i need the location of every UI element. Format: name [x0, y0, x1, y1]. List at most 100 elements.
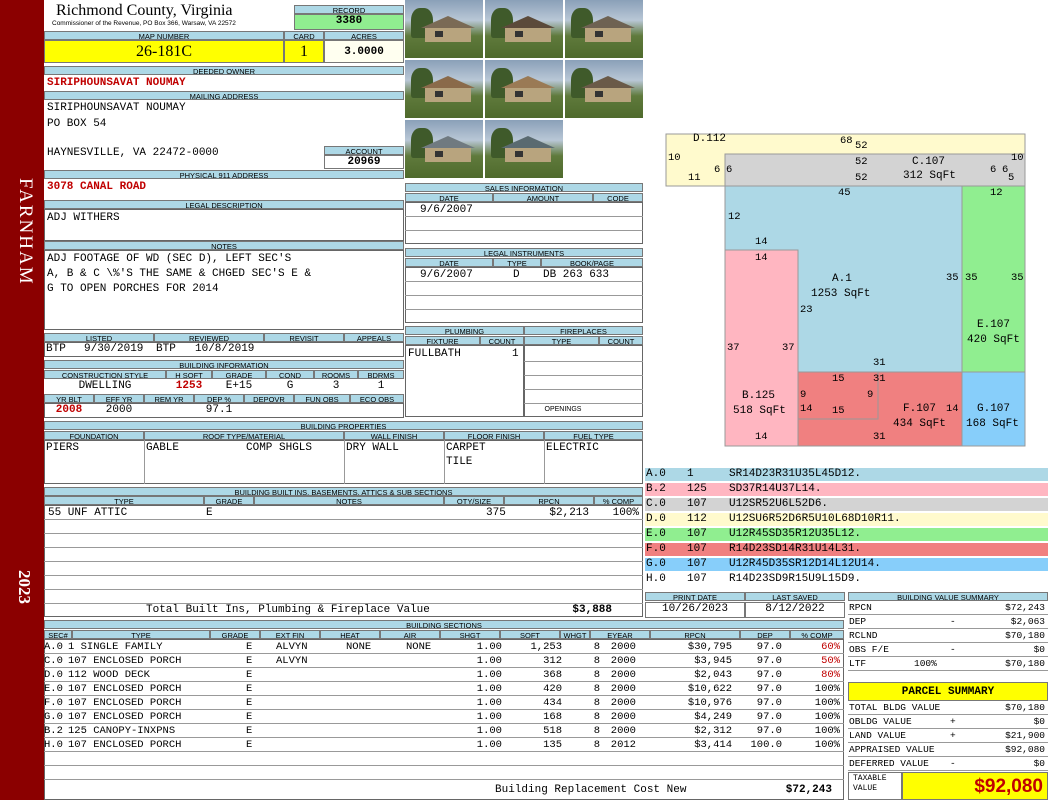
physical-address-label: PHYSICAL 911 ADDRESS — [44, 170, 404, 179]
record-label: RECORD — [294, 5, 404, 14]
section-rule — [44, 779, 844, 780]
section-cell-dep: 97.0 — [756, 711, 782, 723]
notes-line1: ADJ FOOTAGE OF WD (SEC D), LEFT SEC'S — [47, 253, 292, 265]
sketch-dimension: 68 — [840, 135, 853, 147]
bi-rpcn-label: RPCN — [504, 496, 594, 505]
section-cell-grade: E — [246, 683, 253, 695]
sketch-dimension: 35 — [965, 272, 978, 284]
legend-row[interactable]: C.0 107 U12SR52U6L52D6. — [645, 498, 1048, 512]
legend-path: R14D23SD14R31U14L31. — [729, 543, 862, 555]
house-wall — [505, 146, 551, 162]
cond-value: G — [286, 380, 294, 392]
vs-dep-label: DEP — [849, 616, 867, 627]
section-cell-sec: A.0 — [44, 641, 63, 653]
sketch-dimension: 31 — [873, 373, 886, 385]
legend-row[interactable]: B.2 125 SD37R14U37L14. — [645, 483, 1048, 497]
section-row[interactable]: H.0 107 ENCLOSED PORCH E 1.00 135 8 2012 $3,414… — [44, 739, 844, 753]
section-cell-shgt: 1.00 — [476, 641, 502, 653]
section-cell-ext: ALVYN — [276, 641, 308, 653]
sketch-c-porch — [724, 153, 1026, 187]
section-cell-eyear: 2000 — [610, 683, 636, 695]
roof-type: GABLE — [146, 442, 180, 454]
house-photo[interactable] — [565, 0, 643, 58]
house-photo[interactable] — [485, 60, 563, 118]
section-col-header: SEC# — [44, 630, 72, 639]
mailing-line1: SIRIPHOUNSAVAT NOUMAY — [47, 102, 186, 114]
section-col-header: HEAT — [320, 630, 380, 639]
sketch-label-f-sqft: 434 SqFt — [893, 418, 946, 430]
bi-grade-label: GRADE — [204, 496, 254, 505]
legend-row[interactable]: F.0 107 R14D23SD14R31U14L31. — [645, 543, 1048, 557]
house-wall — [425, 86, 471, 102]
section-row[interactable]: E.0 107 ENCLOSED PORCH E 1.00 420 8 2000 $10,62… — [44, 683, 844, 697]
legend-path: U12SU6R52D6R5U10L68D10R11. — [729, 513, 901, 525]
section-cell-sec: C.0 — [44, 655, 63, 667]
section-col-header: TYPE — [72, 630, 210, 639]
fuel-label: FUEL TYPE — [544, 431, 643, 440]
section-row[interactable]: D.0 112 WOOD DECK E 1.00 368 8 2000 $2,043 97.0 8… — [44, 669, 844, 683]
vs-ltf-label: LTF — [849, 658, 867, 669]
section-cell-eyear: 2000 — [610, 641, 636, 653]
sketch-label-c-sqft: 312 SqFt — [903, 170, 956, 182]
sketch-label-a-label: A.1 — [832, 273, 852, 285]
legend-row[interactable]: G.0 107 U12R45D35SR12D14L12U14. — [645, 558, 1048, 572]
section-row[interactable]: B.2 125 CANOPY-INXPNS E 1.00 518 8 2000 $2,312 9… — [44, 725, 844, 739]
sketch-dimension: 23 — [800, 304, 813, 316]
prop-div — [544, 440, 545, 484]
li-book-label: BOOK/PAGE — [541, 258, 643, 267]
plumbing-label: PLUMBING — [405, 326, 524, 335]
legend-row[interactable]: D.0 112 U12SU6R52D6R5U10L68D10R11. — [645, 513, 1048, 527]
section-cell-eyear: 2000 — [610, 697, 636, 709]
parcel-summary-label: PARCEL SUMMARY — [848, 682, 1048, 701]
section-cell-dep: 100.0 — [750, 739, 782, 751]
builtins-rule — [44, 589, 643, 590]
sketch-dimension: 14 — [755, 236, 768, 248]
ps-bldg-value: $70,180 — [1005, 702, 1045, 713]
district-name: FARNHAM — [15, 178, 36, 286]
house-roof — [581, 16, 635, 28]
section-cell-dep: 97.0 — [756, 725, 782, 737]
notes-line2: A, B & C \%'S THE SAME & CHGED SEC'S E & — [47, 268, 312, 280]
house-window — [435, 31, 443, 37]
bi-comp-label: % COMP — [594, 496, 643, 505]
sketch-dimension: 14 — [800, 403, 813, 415]
notes-line3: G TO OPEN PORCHES FOR 2014 — [47, 283, 219, 295]
acres-value: 3.0000 — [324, 40, 404, 63]
builtins-total: $3,888 — [572, 604, 612, 616]
section-row[interactable]: A.0 1 SINGLE FAMILY E ALVYN NONE NONE 1.00 1,25… — [44, 641, 844, 655]
section-cell-shgt: 1.00 — [476, 725, 502, 737]
sales-rule — [405, 216, 643, 217]
section-row[interactable]: C.0 107 ENCLOSED PORCH E ALVYN 1.00 312 8 2000 $… — [44, 655, 844, 669]
map-number: 26-181C — [44, 40, 284, 63]
house-photo[interactable] — [405, 60, 483, 118]
house-photo[interactable] — [485, 0, 563, 58]
sketch-label-e-sqft: 420 SqFt — [967, 334, 1020, 346]
roof-label: ROOF TYPE/MATERIAL — [144, 431, 344, 440]
floor-value-1: CARPET — [446, 442, 486, 454]
house-photo[interactable] — [485, 120, 563, 178]
sales-date-label: DATE — [405, 193, 493, 202]
house-roof — [501, 76, 555, 88]
fp-rule — [524, 403, 643, 404]
section-row[interactable]: F.0 107 ENCLOSED PORCH E 1.00 434 8 2000 $10,97… — [44, 697, 844, 711]
rooms-value: 3 — [332, 380, 340, 392]
section-cell-shgt: 1.00 — [476, 739, 502, 751]
section-cell-type: 112 WOOD DECK — [68, 669, 150, 681]
sketch-dimension: 12 — [990, 187, 1003, 199]
section-cell-type: 107 ENCLOSED PORCH — [68, 655, 182, 667]
legend-row[interactable]: E.0 107 U12R45SD35R12U35L12. — [645, 528, 1048, 542]
ps-obldg: OBLDG VALUE + $0 — [848, 716, 1048, 729]
sketch-label-g-sqft: 168 SqFt — [966, 418, 1019, 430]
section-cell-grade: E — [246, 669, 253, 681]
section-row[interactable]: G.0 107 ENCLOSED PORCH E 1.00 168 8 2000 $4,249… — [44, 711, 844, 725]
house-photo[interactable] — [565, 60, 643, 118]
builtins-rule — [44, 561, 643, 562]
house-photo[interactable] — [405, 120, 483, 178]
legend-row[interactable]: A.0 1 SR14D23R31U35L45D12. — [645, 468, 1048, 482]
section-cell-shgt: 1.00 — [476, 669, 502, 681]
section-cell-dep: 97.0 — [756, 669, 782, 681]
record-value: 3380 — [294, 14, 404, 30]
house-photo[interactable] — [405, 0, 483, 58]
remyr-label: REM YR — [144, 394, 194, 403]
legend-row[interactable]: H.0 107 R14D23SD9R15U9L15D9. — [645, 573, 1048, 587]
